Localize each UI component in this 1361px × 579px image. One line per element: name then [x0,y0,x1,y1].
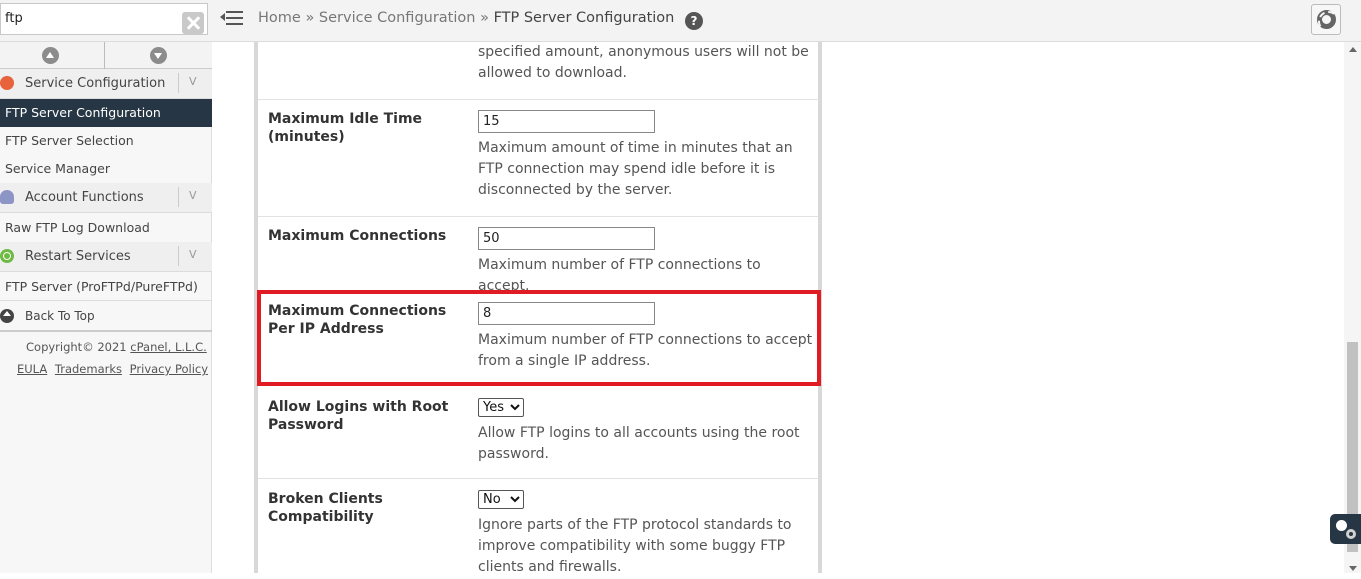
eula-link[interactable]: EULA [17,362,47,376]
collapse-all-icon[interactable] [42,47,59,64]
setting-description: Allow FTP logins to all accounts using t… [478,425,800,462]
arrow-up-icon [0,309,14,323]
sidebar-item-raw-ftp-log-download[interactable]: Raw FTP Log Download [0,214,212,242]
sidebar-item-service-manager[interactable]: Service Manager [0,155,212,183]
sidebar-group-restart-services[interactable]: Restart Services V [0,242,212,272]
sidebar-group-label: Account Functions [25,190,144,205]
breadcrumb-separator: » [305,10,315,26]
gear-icon [1346,529,1356,539]
setting-description: specified amount, anonymous users will n… [478,44,809,81]
max-connections-input[interactable] [478,227,655,250]
copyright-text: Copyright© 2021 [26,340,127,354]
sidebar-group-label: Service Configuration [25,76,166,91]
sidebar-item-label: FTP Server Configuration [5,105,161,120]
sidebar-item-ftp-server-configuration[interactable]: FTP Server Configuration [0,99,212,127]
setting-label: Broken Clients Compatibility [268,491,383,525]
top-bar: ftp Home » Service Configuration » FTP S… [0,0,1361,42]
page-scrollbar[interactable] [1344,42,1361,573]
settings-row-broken-clients: Broken Clients Compatibility No Ignore p… [258,479,818,579]
sidebar-collapse-controls [0,42,212,69]
setting-description: Ignore parts of the FTP protocol standar… [478,517,792,575]
chat-icon [1336,520,1347,531]
breadcrumb-home[interactable]: Home [258,10,301,26]
expand-all-icon[interactable] [150,47,167,64]
clear-search-icon[interactable] [182,12,204,34]
max-connections-per-ip-input[interactable] [478,302,655,325]
sidebar-item-label: Service Manager [5,161,110,176]
max-idle-time-input[interactable] [478,110,655,133]
scroll-up-icon[interactable] [1349,47,1357,52]
user-icon [0,190,14,204]
settings-row-max-connections: Maximum Connections Maximum number of FT… [258,217,818,294]
scroll-down-icon[interactable] [1349,566,1357,571]
sidebar-group-label: Restart Services [25,249,131,264]
setting-label: Maximum Connections [268,228,447,244]
setting-description: Maximum amount of time in minutes that a… [478,140,793,198]
sidebar-item-label: FTP Server Selection [5,133,134,148]
trademarks-link[interactable]: Trademarks [55,362,122,376]
sidebar-group-service-configuration[interactable]: Service Configuration V [0,69,212,99]
sidebar-group-account-functions[interactable]: Account Functions V [0,183,212,213]
broken-clients-select[interactable]: No [478,490,524,509]
privacy-policy-link[interactable]: Privacy Policy [130,362,208,376]
chevron-down-icon[interactable]: V [189,189,197,202]
allow-root-login-select[interactable]: Yes [478,398,524,417]
support-lifebuoy-button[interactable] [1311,4,1341,35]
settings-row-anonymous: specified amount, anonymous users will n… [258,42,818,100]
search-input[interactable]: ftp [0,3,208,35]
settings-row-max-connections-per-ip: Maximum Connections Per IP Address Maxim… [258,291,818,387]
sidebar-item-label: FTP Server (ProFTPd/PureFTPd) [5,279,198,294]
settings-row-root-login: Allow Logins with Root Password Yes Allo… [258,387,818,479]
chevron-down-icon[interactable]: V [189,75,197,88]
sidebar: Service Configuration V FTP Server Confi… [0,42,212,573]
sidebar-item-ftp-server-selection[interactable]: FTP Server Selection [0,127,212,155]
breadcrumb: Home » Service Configuration » FTP Serve… [258,10,703,30]
setting-description: Maximum number of FTP connections to acc… [478,332,813,369]
settings-row-max-idle-time: Maximum Idle Time (minutes) Maximum amou… [258,100,818,217]
sidebar-item-label: Raw FTP Log Download [5,220,150,235]
sidebar-item-ftp-server-restart[interactable]: FTP Server (ProFTPd/PureFTPd) [0,273,212,301]
setting-label: Maximum Idle Time (minutes) [268,111,423,145]
search-input-value[interactable]: ftp [5,11,23,26]
settings-panel: specified amount, anonymous users will n… [254,42,822,575]
breadcrumb-service-configuration[interactable]: Service Configuration [319,10,476,26]
back-to-top-label: Back To Top [25,309,95,323]
menu-toggle-icon[interactable] [220,9,244,29]
restart-icon [0,249,14,263]
chevron-down-icon[interactable]: V [189,248,197,261]
back-to-top-link[interactable]: Back To Top [0,302,212,332]
help-icon[interactable]: ? [684,12,703,30]
breadcrumb-current: FTP Server Configuration [493,10,675,26]
lifebuoy-icon [1317,10,1339,32]
setting-label: Maximum Connections Per IP Address [268,303,447,337]
chat-widget-button[interactable] [1330,514,1361,544]
cpanel-link[interactable]: cPanel, L.L.C. [130,340,206,354]
setting-label: Allow Logins with Root Password [268,399,449,433]
wrench-icon [0,76,14,90]
breadcrumb-separator: » [480,10,489,26]
